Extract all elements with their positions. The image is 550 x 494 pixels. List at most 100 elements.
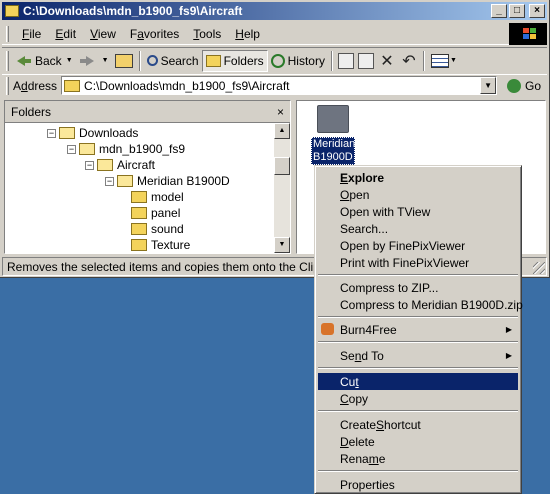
menu-separator (318, 470, 518, 472)
tree-item-panel[interactable]: panel (131, 205, 180, 221)
folders-pane: Folders × − Downloads − mdn_b1900_fs9 − … (4, 100, 291, 254)
menu-item-print-with-finepixviewer[interactable]: Print with FinePixViewer (318, 254, 518, 271)
menu-item-properties[interactable]: Properties (318, 476, 518, 493)
tree-item-aircraft[interactable]: − Aircraft (85, 157, 155, 173)
folder-icon (97, 159, 113, 171)
folder-icon (131, 223, 147, 235)
folders-pane-header: Folders × (5, 101, 290, 123)
tree-item-meridian-b1900d[interactable]: − Meridian B1900D (105, 173, 230, 189)
menu-item-copy[interactable]: Copy (318, 390, 518, 407)
folder-icon (117, 175, 133, 187)
menu-separator (318, 341, 518, 343)
folders-scrollbar[interactable]: ▲ ▼ (274, 123, 290, 253)
address-bar: Address C:\Downloads\mdn_b1900_fs9\Aircr… (2, 74, 547, 96)
menu-view[interactable]: View (83, 25, 123, 43)
toolbar-grip[interactable] (6, 50, 9, 71)
menu-edit[interactable]: Edit (48, 25, 83, 43)
menu-separator (318, 316, 518, 318)
menu-item-delete[interactable]: Delete (318, 433, 518, 450)
menu-item-create-shortcut[interactable]: Create Shortcut (318, 416, 518, 433)
collapse-icon[interactable]: − (67, 144, 76, 154)
menu-item-open-with-tview[interactable]: Open with TView (318, 203, 518, 220)
tree-item-sound[interactable]: sound (131, 221, 184, 237)
windows-logo-icon (509, 23, 547, 45)
views-dropdown-icon: ▼ (449, 57, 457, 64)
menu-file[interactable]: File (15, 25, 48, 43)
forward-button[interactable] (76, 50, 101, 72)
maximize-button[interactable]: □ (509, 4, 525, 18)
go-button[interactable]: Go (507, 78, 541, 93)
history-icon (270, 53, 285, 68)
menu-item-send-to[interactable]: Se n d To ▶ (318, 347, 518, 364)
menu-separator (318, 367, 518, 369)
burn4free-icon (321, 323, 334, 335)
back-arrow-icon (16, 53, 32, 69)
menu-item-cut[interactable]: Cu t (318, 373, 518, 390)
folders-pane-title: Folders (11, 104, 52, 119)
views-button[interactable]: ▼ (428, 50, 463, 72)
menu-tools[interactable]: Tools (186, 25, 228, 43)
menu-bar: File Edit View Favorites Tools Help (2, 23, 547, 45)
resize-grip-icon[interactable] (533, 262, 545, 274)
scroll-down-icon[interactable]: ▼ (274, 237, 290, 253)
close-button[interactable]: × (529, 4, 545, 18)
search-icon (146, 55, 158, 66)
back-button[interactable]: Back (13, 50, 65, 72)
delete-icon[interactable]: ✕ (379, 51, 395, 71)
views-icon (430, 53, 449, 68)
folder-item-meridian-b1900d[interactable]: Meridian B1900D (311, 105, 355, 165)
scroll-up-icon[interactable]: ▲ (274, 123, 290, 139)
minimize-button[interactable]: _ (491, 4, 507, 18)
address-value: C:\Downloads\mdn_b1900_fs9\Aircraft (84, 78, 290, 93)
back-dropdown-icon[interactable]: ▼ (66, 57, 73, 64)
folder-icon (64, 79, 81, 92)
title-bar[interactable]: C:\Downloads\mdn_b1900_fs9\Aircraft _ □ … (2, 2, 547, 20)
forward-arrow-icon (79, 53, 95, 69)
menu-item-compress-to-meridian-zip[interactable]: Compress to Meridian B1900D.zip (318, 296, 523, 313)
collapse-icon[interactable]: − (85, 160, 94, 170)
submenu-arrow-icon: ▶ (505, 351, 512, 360)
menu-separator (318, 274, 518, 276)
standard-toolbar: Back ▼ ▼ Search Folders History ✕ ↶ ▼ (2, 47, 547, 73)
up-folder-icon (114, 53, 133, 68)
folder-icon (317, 105, 349, 133)
search-button[interactable]: Search (144, 50, 202, 72)
menu-favorites[interactable]: Favorites (123, 25, 186, 43)
menu-item-explore[interactable]: Explore (318, 169, 518, 186)
forward-dropdown-icon[interactable]: ▼ (102, 57, 109, 64)
tree-item-downloads[interactable]: − Downloads (47, 125, 138, 141)
menu-item-open-by-finepixviewer[interactable]: Open by FinePixViewer (318, 237, 518, 254)
undo-icon[interactable]: ↶ (401, 51, 417, 71)
copy-to-icon[interactable] (357, 52, 374, 69)
tree-item-texture[interactable]: Texture (131, 237, 190, 253)
tree-item-mdn-b1900-fs9[interactable]: − mdn_b1900_fs9 (67, 141, 185, 157)
menu-item-rename[interactable]: Rena m e (318, 450, 518, 467)
toolbar-separator (422, 50, 425, 71)
menu-item-search[interactable]: Search... (318, 220, 518, 237)
menu-item-open[interactable]: Open (318, 186, 518, 203)
collapse-icon[interactable]: − (47, 128, 56, 138)
folders-button[interactable]: Folders (201, 49, 268, 72)
address-dropdown-icon[interactable]: ▼ (480, 77, 497, 94)
menu-help[interactable]: Help (228, 25, 267, 43)
folder-tree: − Downloads − mdn_b1900_fs9 − Aircraft −… (5, 123, 290, 253)
menu-separator (318, 410, 518, 412)
folder-icon (79, 143, 95, 155)
tree-item-model[interactable]: model (131, 189, 184, 205)
address-label: Address (13, 78, 58, 93)
up-button[interactable] (112, 50, 136, 72)
history-button[interactable]: History (268, 50, 328, 72)
close-pane-icon[interactable]: × (277, 105, 284, 119)
menu-item-compress-to-zip[interactable]: Compress to ZIP... (318, 279, 518, 296)
folder-item-label: Meridian B1900D (311, 137, 356, 165)
address-input[interactable]: C:\Downloads\mdn_b1900_fs9\Aircraft ▼ (61, 76, 498, 95)
folder-icon (5, 5, 19, 17)
menu-item-burn4free[interactable]: Burn4Free ▶ (318, 321, 518, 338)
collapse-icon[interactable]: − (105, 176, 114, 186)
menubar-grip[interactable] (6, 25, 9, 42)
addressbar-grip[interactable] (6, 76, 9, 95)
scrollbar-thumb[interactable] (274, 157, 290, 175)
toolbar-separator (138, 50, 141, 71)
move-to-icon[interactable] (337, 52, 354, 69)
context-menu: Explore Open Open with TView Search... O… (314, 165, 523, 494)
